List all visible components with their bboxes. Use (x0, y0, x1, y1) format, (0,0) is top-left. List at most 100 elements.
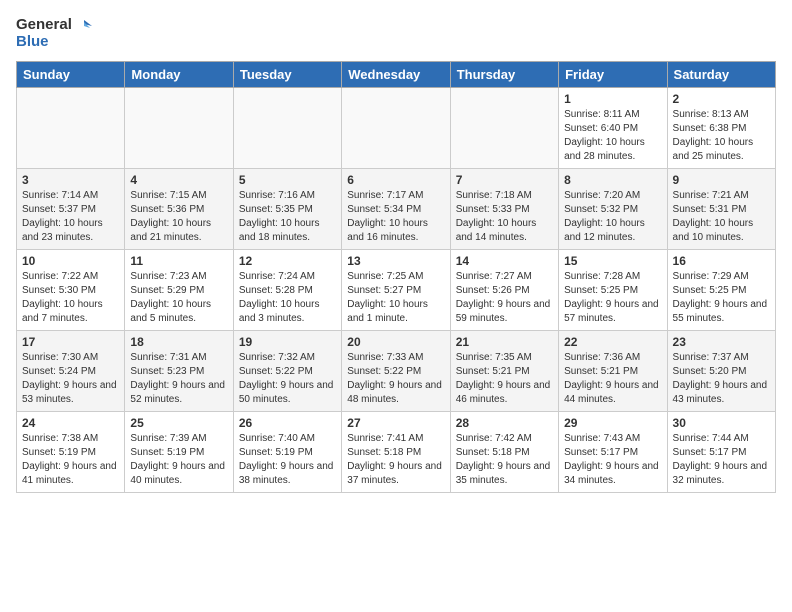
day-number: 13 (347, 254, 444, 268)
day-number: 15 (564, 254, 661, 268)
day-number: 28 (456, 416, 553, 430)
day-info: Sunrise: 7:18 AM Sunset: 5:33 PM Dayligh… (456, 189, 553, 245)
calendar-cell (17, 87, 125, 168)
calendar-cell: 14 Sunrise: 7:27 AM Sunset: 5:26 PM Dayli… (450, 249, 558, 330)
calendar-week-2: 10 Sunrise: 7:22 AM Sunset: 5:30 PM Dayli… (17, 249, 776, 330)
day-number: 11 (130, 254, 227, 268)
calendar-week-4: 24 Sunrise: 7:38 AM Sunset: 5:19 PM Dayli… (17, 411, 776, 492)
day-number: 20 (347, 335, 444, 349)
day-number: 18 (130, 335, 227, 349)
day-info: Sunrise: 7:24 AM Sunset: 5:28 PM Dayligh… (239, 270, 336, 326)
calendar-cell: 12 Sunrise: 7:24 AM Sunset: 5:28 PM Dayli… (233, 249, 341, 330)
logo-bird-icon (74, 16, 92, 34)
day-info: Sunrise: 7:27 AM Sunset: 5:26 PM Dayligh… (456, 270, 553, 326)
calendar-cell (233, 87, 341, 168)
day-info: Sunrise: 7:16 AM Sunset: 5:35 PM Dayligh… (239, 189, 336, 245)
calendar-week-0: 1 Sunrise: 8:11 AM Sunset: 6:40 PM Daylig… (17, 87, 776, 168)
weekday-header-friday: Friday (559, 61, 667, 87)
day-number: 1 (564, 92, 661, 106)
day-number: 17 (22, 335, 119, 349)
calendar-cell: 19Sunrise: 7:32 AM Sunset: 5:22 PM Dayli… (233, 330, 341, 411)
day-number: 2 (673, 92, 770, 106)
day-number: 26 (239, 416, 336, 430)
day-number: 30 (673, 416, 770, 430)
day-info: Sunrise: 7:20 AM Sunset: 5:32 PM Dayligh… (564, 189, 661, 245)
day-info: Sunrise: 7:14 AM Sunset: 5:37 PM Dayligh… (22, 189, 119, 245)
day-number: 25 (130, 416, 227, 430)
weekday-header-wednesday: Wednesday (342, 61, 450, 87)
calendar-cell: 28 Sunrise: 7:42 AM Sunset: 5:18 PM Dayli… (450, 411, 558, 492)
day-number: 3 (22, 173, 119, 187)
day-number: 7 (456, 173, 553, 187)
day-info: Sunrise: 7:44 AM Sunset: 5:17 PM Dayligh… (673, 432, 770, 488)
weekday-header-thursday: Thursday (450, 61, 558, 87)
calendar: SundayMondayTuesdayWednesdayThursdayFrid… (16, 61, 776, 493)
calendar-cell: 30 Sunrise: 7:44 AM Sunset: 5:17 PM Dayli… (667, 411, 775, 492)
day-number: 12 (239, 254, 336, 268)
day-number: 22 (564, 335, 661, 349)
calendar-cell: 11 Sunrise: 7:23 AM Sunset: 5:29 PM Dayli… (125, 249, 233, 330)
calendar-cell: 6 Sunrise: 7:17 AM Sunset: 5:34 PM Daylig… (342, 168, 450, 249)
day-info: Sunrise: 7:22 AM Sunset: 5:30 PM Dayligh… (22, 270, 119, 326)
day-number: 10 (22, 254, 119, 268)
calendar-cell: 27 Sunrise: 7:41 AM Sunset: 5:18 PM Dayli… (342, 411, 450, 492)
day-number: 5 (239, 173, 336, 187)
day-number: 21 (456, 335, 553, 349)
calendar-cell: 26Sunrise: 7:40 AM Sunset: 5:19 PM Dayli… (233, 411, 341, 492)
day-info: Sunrise: 7:25 AM Sunset: 5:27 PM Dayligh… (347, 270, 444, 326)
calendar-cell: 25Sunrise: 7:39 AM Sunset: 5:19 PM Dayli… (125, 411, 233, 492)
day-info: Sunrise: 7:43 AM Sunset: 5:17 PM Dayligh… (564, 432, 661, 488)
day-number: 9 (673, 173, 770, 187)
calendar-cell: 3 Sunrise: 7:14 AM Sunset: 5:37 PM Daylig… (17, 168, 125, 249)
day-info: Sunrise: 7:30 AM Sunset: 5:24 PM Dayligh… (22, 351, 119, 407)
calendar-cell: 22 Sunrise: 7:36 AM Sunset: 5:21 PM Dayli… (559, 330, 667, 411)
logo-general: General (16, 17, 72, 34)
day-number: 23 (673, 335, 770, 349)
calendar-cell: 15 Sunrise: 7:28 AM Sunset: 5:25 PM Dayli… (559, 249, 667, 330)
calendar-cell: 1 Sunrise: 8:11 AM Sunset: 6:40 PM Daylig… (559, 87, 667, 168)
calendar-week-1: 3 Sunrise: 7:14 AM Sunset: 5:37 PM Daylig… (17, 168, 776, 249)
calendar-cell: 10 Sunrise: 7:22 AM Sunset: 5:30 PM Dayli… (17, 249, 125, 330)
day-info: Sunrise: 7:17 AM Sunset: 5:34 PM Dayligh… (347, 189, 444, 245)
day-number: 6 (347, 173, 444, 187)
day-number: 19 (239, 335, 336, 349)
logo: General Blue (16, 16, 92, 51)
day-info: Sunrise: 7:28 AM Sunset: 5:25 PM Dayligh… (564, 270, 661, 326)
day-info: Sunrise: 7:33 AM Sunset: 5:22 PM Dayligh… (347, 351, 444, 407)
calendar-cell: 21 Sunrise: 7:35 AM Sunset: 5:21 PM Dayli… (450, 330, 558, 411)
day-number: 24 (22, 416, 119, 430)
calendar-cell: 2 Sunrise: 8:13 AM Sunset: 6:38 PM Daylig… (667, 87, 775, 168)
calendar-cell (342, 87, 450, 168)
calendar-cell: 16Sunrise: 7:29 AM Sunset: 5:25 PM Dayli… (667, 249, 775, 330)
day-number: 27 (347, 416, 444, 430)
day-info: Sunrise: 7:38 AM Sunset: 5:19 PM Dayligh… (22, 432, 119, 488)
day-number: 4 (130, 173, 227, 187)
day-info: Sunrise: 7:21 AM Sunset: 5:31 PM Dayligh… (673, 189, 770, 245)
day-info: Sunrise: 8:13 AM Sunset: 6:38 PM Dayligh… (673, 108, 770, 164)
day-info: Sunrise: 7:15 AM Sunset: 5:36 PM Dayligh… (130, 189, 227, 245)
calendar-cell: 23 Sunrise: 7:37 AM Sunset: 5:20 PM Dayli… (667, 330, 775, 411)
day-info: Sunrise: 7:31 AM Sunset: 5:23 PM Dayligh… (130, 351, 227, 407)
calendar-cell: 29Sunrise: 7:43 AM Sunset: 5:17 PM Dayli… (559, 411, 667, 492)
logo-blue: Blue (16, 34, 49, 51)
calendar-cell: 18 Sunrise: 7:31 AM Sunset: 5:23 PM Dayli… (125, 330, 233, 411)
day-info: Sunrise: 7:35 AM Sunset: 5:21 PM Dayligh… (456, 351, 553, 407)
calendar-cell: 24 Sunrise: 7:38 AM Sunset: 5:19 PM Dayli… (17, 411, 125, 492)
calendar-cell: 17 Sunrise: 7:30 AM Sunset: 5:24 PM Dayli… (17, 330, 125, 411)
calendar-cell: 7 Sunrise: 7:18 AM Sunset: 5:33 PM Daylig… (450, 168, 558, 249)
day-info: Sunrise: 8:11 AM Sunset: 6:40 PM Dayligh… (564, 108, 661, 164)
calendar-cell: 5 Sunrise: 7:16 AM Sunset: 5:35 PM Daylig… (233, 168, 341, 249)
day-info: Sunrise: 7:29 AM Sunset: 5:25 PM Dayligh… (673, 270, 770, 326)
weekday-header-saturday: Saturday (667, 61, 775, 87)
header: General Blue (16, 16, 776, 51)
calendar-cell (125, 87, 233, 168)
day-info: Sunrise: 7:36 AM Sunset: 5:21 PM Dayligh… (564, 351, 661, 407)
weekday-header-tuesday: Tuesday (233, 61, 341, 87)
day-info: Sunrise: 7:23 AM Sunset: 5:29 PM Dayligh… (130, 270, 227, 326)
calendar-cell: 20 Sunrise: 7:33 AM Sunset: 5:22 PM Dayli… (342, 330, 450, 411)
day-info: Sunrise: 7:37 AM Sunset: 5:20 PM Dayligh… (673, 351, 770, 407)
day-info: Sunrise: 7:41 AM Sunset: 5:18 PM Dayligh… (347, 432, 444, 488)
day-info: Sunrise: 7:42 AM Sunset: 5:18 PM Dayligh… (456, 432, 553, 488)
calendar-cell: 9 Sunrise: 7:21 AM Sunset: 5:31 PM Daylig… (667, 168, 775, 249)
day-number: 14 (456, 254, 553, 268)
